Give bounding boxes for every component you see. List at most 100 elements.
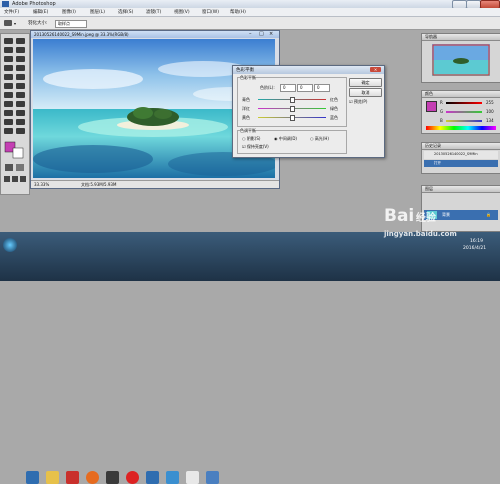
shape-tool-icon <box>16 110 25 116</box>
levels-input-1[interactable]: 0 <box>280 84 296 92</box>
color-b-value[interactable]: 134 <box>486 118 494 123</box>
color-g-value[interactable]: 100 <box>486 109 494 114</box>
notes-tool-icon <box>4 119 13 125</box>
doc-close-icon[interactable]: × <box>269 31 273 37</box>
dialog-titlebar[interactable]: 色彩平衡 × <box>233 66 384 74</box>
app-icon-5[interactable] <box>186 471 199 484</box>
slider-3-right-label: 蓝色 <box>330 115 338 120</box>
color-r-slider[interactable] <box>446 102 482 104</box>
history-snapshot[interactable]: 20130526140022_S9Min <box>424 151 498 159</box>
navigator-panel[interactable]: 导航器 <box>421 33 500 83</box>
ok-button[interactable]: 确定 <box>349 78 382 87</box>
slider-3-knob[interactable] <box>290 115 295 121</box>
screen-mode-3-icon <box>20 176 26 182</box>
levels-input-2[interactable]: 0 <box>297 84 313 92</box>
history-step[interactable]: 打开 <box>424 160 498 167</box>
color-r-label: R <box>440 100 443 105</box>
gradient-tool-icon <box>16 83 25 89</box>
zoom-level: 33.33% <box>34 182 50 187</box>
radio-midtones[interactable]: ◉ 中间调(D) <box>274 136 297 142</box>
document-titlebar[interactable]: 20130526140022_S9Min.jpeg @ 33.3%(RGB/8)… <box>31 31 279 38</box>
color-b-slider[interactable] <box>446 120 482 122</box>
app-icon-3[interactable] <box>126 471 139 484</box>
hand-tool-icon <box>4 128 13 134</box>
color-spectrum-bar[interactable] <box>426 126 496 130</box>
watermark-url: jingyan.baidu.com <box>384 230 457 238</box>
standard-mode-icon <box>5 164 13 171</box>
menu-image[interactable]: 图像(I) <box>62 9 76 15</box>
sample-size-value: 取样点 <box>58 21 70 26</box>
menu-window[interactable]: 窗口(W) <box>202 9 219 15</box>
preview-checkbox[interactable]: ☑ 预览(P) <box>349 99 367 105</box>
dialog-title: 色彩平衡 <box>236 68 254 73</box>
windows-taskbar: 16:19 2016/4/21 <box>0 232 500 484</box>
clock-date[interactable]: 2016/4/21 <box>463 246 486 251</box>
navigator-thumbnail[interactable] <box>432 44 490 76</box>
slice-tool-icon <box>16 56 25 62</box>
radio-highlights[interactable]: ○ 高光(H) <box>310 136 329 142</box>
doc-minimize-icon[interactable]: – <box>249 31 252 37</box>
document-title: 20130526140022_S9Min.jpeg @ 33.3%(RGB/8) <box>34 32 129 37</box>
cancel-button[interactable]: 取消 <box>349 88 382 97</box>
document-statusbar: 33.33% 文档:5.93M/5.93M <box>31 180 279 188</box>
app-icon-2[interactable] <box>106 471 119 484</box>
color-g-slider[interactable] <box>446 111 482 113</box>
healing-tool-icon <box>4 65 13 71</box>
photoshop-logo-icon <box>2 1 9 7</box>
menu-help[interactable]: 帮助(H) <box>230 9 246 15</box>
menu-view[interactable]: 视图(V) <box>174 9 190 15</box>
menu-select[interactable]: 选择(S) <box>118 9 133 15</box>
color-r-value[interactable]: 255 <box>486 100 494 105</box>
doc-maximize-icon[interactable]: □ <box>259 31 264 37</box>
sample-size-label: 羽化大小: <box>28 21 48 26</box>
firefox-icon[interactable] <box>86 471 99 484</box>
menu-filter[interactable]: 滤镜(T) <box>146 9 161 15</box>
radio-highlights-label: 高光(H) <box>314 136 329 141</box>
eraser-tool-icon <box>4 83 13 89</box>
screen-mode-2-icon <box>12 176 18 182</box>
history-panel[interactable]: 历史记录 20130526140022_S9Min 打开 <box>421 142 500 174</box>
history-step-label: 打开 <box>434 161 441 165</box>
balance-group-label: 色彩平衡 <box>240 75 256 81</box>
chevron-down-icon[interactable]: ▾ <box>14 21 16 26</box>
watermark-brand: Bai <box>384 206 415 226</box>
start-button[interactable] <box>3 238 17 252</box>
app-icon-6[interactable] <box>206 471 219 484</box>
app-icon-1[interactable] <box>66 471 79 484</box>
clock-time[interactable]: 16:19 <box>470 239 483 244</box>
radio-shadows[interactable]: ○ 阴影(S) <box>242 136 260 142</box>
color-foreground-swatch[interactable] <box>426 101 437 112</box>
menu-layer[interactable]: 图层(L) <box>90 9 105 15</box>
tool-icons[interactable] <box>1 34 29 194</box>
levels-label: 色阶(L): <box>260 85 275 90</box>
window-titlebar: Adobe Photoshop <box>0 0 500 9</box>
levels-input-3[interactable]: 0 <box>314 84 330 92</box>
slider-1-knob[interactable] <box>290 97 295 103</box>
ie-icon[interactable] <box>26 471 39 484</box>
pen-tool-icon <box>4 110 13 116</box>
color-panel[interactable]: 颜色 R 255 G 100 B 134 <box>421 90 500 134</box>
slider-1-right-label: 红色 <box>330 97 338 102</box>
tone-group-label: 色调平衡 <box>240 128 256 134</box>
slider-2-knob[interactable] <box>290 106 295 112</box>
menu-edit[interactable]: 编辑(E) <box>33 9 48 15</box>
color-b-label: B <box>440 118 443 123</box>
dialog-close-icon[interactable]: × <box>370 67 381 72</box>
navigator-tab[interactable]: 导航器 <box>425 34 437 40</box>
eyedropper-icon[interactable] <box>4 20 12 26</box>
blur-tool-icon <box>4 92 13 98</box>
color-balance-dialog[interactable]: 色彩平衡 × 色彩平衡 色阶(L): 0 0 0 青色 红色 洋红 绿色 黄色 … <box>232 65 385 158</box>
explorer-icon[interactable] <box>46 471 59 484</box>
layers-tab[interactable]: 图层 <box>425 186 433 192</box>
sample-size-select[interactable]: 取样点 <box>55 20 87 28</box>
menu-file[interactable]: 文件(F) <box>4 9 19 15</box>
preserve-luminosity-checkbox[interactable]: ☑ 保持亮度(V) <box>242 144 269 150</box>
color-tab[interactable]: 颜色 <box>425 91 433 97</box>
eyedropper-tool-icon <box>16 119 25 125</box>
balance-group: 色彩平衡 色阶(L): 0 0 0 青色 红色 洋红 绿色 黄色 蓝色 <box>237 75 347 127</box>
lock-icon: 🔒 <box>486 212 491 217</box>
slider-1-left-label: 青色 <box>242 97 250 102</box>
photoshop-task-icon[interactable] <box>166 471 179 484</box>
app-icon-4[interactable] <box>146 471 159 484</box>
history-tab[interactable]: 历史记录 <box>425 143 441 149</box>
